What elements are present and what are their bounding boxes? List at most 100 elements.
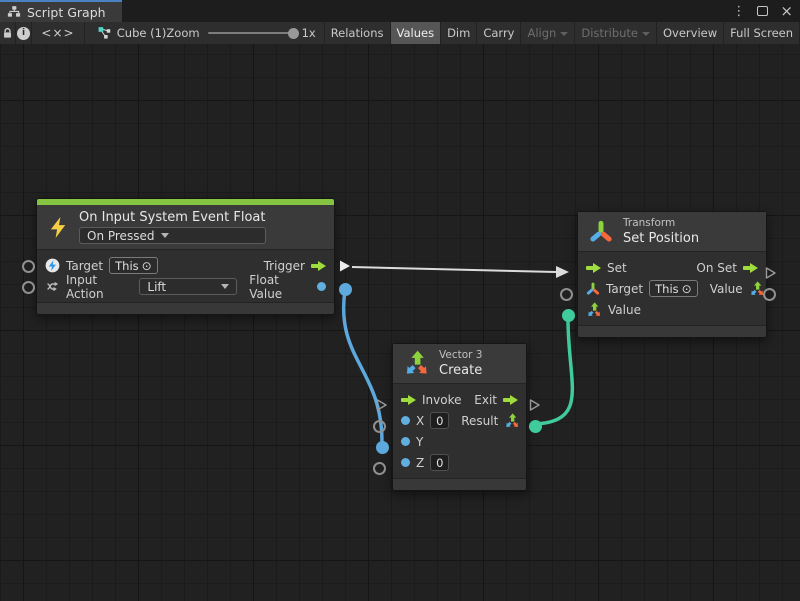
x-value-field[interactable]: 0: [430, 412, 449, 429]
port-vector3-x-in[interactable]: [373, 420, 386, 433]
input-action-value: Lift: [147, 280, 166, 294]
zoom-label: Zoom: [166, 26, 199, 40]
z-value: 0: [436, 456, 443, 470]
graph-reference-icon: [98, 26, 112, 40]
game-object-icon: [45, 258, 60, 273]
transform-value-row: Value: [578, 299, 766, 320]
vector3-x-row: X 0 Result: [393, 410, 526, 431]
x-port-label: X: [416, 414, 424, 428]
port-transform-valueout[interactable]: [763, 288, 776, 301]
value-in-port-label: Value: [608, 303, 641, 317]
carry-label: Carry: [483, 26, 514, 40]
align-button[interactable]: Align: [521, 22, 575, 44]
chevron-down-icon: [221, 284, 229, 289]
vector3-z-row: Z 0: [393, 452, 526, 473]
y-port-dot: [401, 437, 410, 446]
input-action-dropdown[interactable]: Lift: [139, 278, 237, 295]
distribute-button[interactable]: Distribute: [575, 22, 657, 44]
distribute-label: Distribute: [581, 26, 638, 40]
transform-node-body: Set On Set Target This: [578, 252, 766, 325]
trigger-port-label: Trigger: [264, 259, 305, 273]
graph-context-cell: Cube (1) Zoom 1x: [85, 22, 325, 44]
port-vector3-result-out[interactable]: [529, 420, 542, 433]
code-icon: <×>: [41, 26, 74, 40]
port-transform-value-in[interactable]: [562, 309, 575, 322]
z-port-label: Z: [416, 456, 424, 470]
event-node-footer: [37, 302, 334, 314]
port-event-target-in[interactable]: [22, 260, 35, 273]
chevron-down-icon: [642, 32, 650, 36]
node-vector3-create[interactable]: Vector 3 Create Invoke Exit X 0: [392, 343, 527, 491]
transform-node-header: Transform Set Position: [578, 212, 766, 252]
dim-button[interactable]: Dim: [441, 22, 477, 44]
lock-button[interactable]: [0, 22, 16, 44]
graph-canvas[interactable]: On Input System Event Float On Pressed T…: [0, 44, 800, 601]
fullscreen-button[interactable]: Full Screen: [724, 22, 800, 44]
event-mode-dropdown[interactable]: On Pressed: [79, 227, 266, 244]
transform-target-field[interactable]: This: [649, 280, 698, 297]
zoom-slider-handle[interactable]: [288, 28, 299, 39]
input-action-icon: [45, 279, 60, 294]
script-graph-icon: [7, 5, 21, 19]
transform-set-row: Set On Set: [578, 257, 766, 278]
invoke-port-label: Invoke: [422, 393, 462, 407]
values-button[interactable]: Values: [391, 22, 442, 44]
node-on-input-system-event-float[interactable]: On Input System Event Float On Pressed T…: [36, 198, 335, 315]
event-mode-value: On Pressed: [87, 229, 154, 243]
event-node-body: Target This Trigger: [37, 250, 334, 302]
wire-trigger-to-set: [352, 267, 556, 272]
port-event-floatvalue-out[interactable]: [339, 283, 352, 296]
transform-node-category: Transform: [623, 217, 699, 229]
port-vector3-invoke-in[interactable]: [375, 398, 389, 412]
target-picker-icon: [142, 259, 152, 273]
port-transform-target-in[interactable]: [560, 288, 573, 301]
code-preview-button[interactable]: <×>: [32, 22, 85, 44]
inspector-button[interactable]: i: [16, 22, 32, 44]
event-input-action-row: Input Action Lift Float Value: [37, 276, 334, 297]
zoom-control: Zoom 1x: [166, 26, 323, 40]
transform-target-row: Target This Value: [578, 278, 766, 299]
lock-icon: [1, 27, 14, 40]
event-node-title: On Input System Event Float: [79, 210, 266, 225]
node-transform-set-position[interactable]: Transform Set Position Set On Set: [577, 211, 767, 338]
vector3-node-body: Invoke Exit X 0 Result: [393, 384, 526, 478]
port-transform-onset-out[interactable]: [764, 266, 778, 280]
port-vector3-z-in[interactable]: [373, 462, 386, 475]
transform-target-value: This: [655, 282, 679, 296]
vector3-y-row: Y: [393, 431, 526, 452]
vector3-node-category: Vector 3: [439, 349, 482, 361]
z-value-field[interactable]: 0: [430, 454, 449, 471]
port-event-trigger-out[interactable]: [338, 259, 352, 273]
event-target-label: Target: [66, 259, 103, 273]
carry-button[interactable]: Carry: [477, 22, 521, 44]
value-out-port-label: Value: [710, 282, 743, 296]
float-value-port-label: Float Value: [249, 273, 311, 301]
window-maximize-icon[interactable]: [757, 6, 768, 16]
tab-script-graph[interactable]: Script Graph: [0, 0, 122, 22]
port-vector3-y-in[interactable]: [376, 441, 389, 454]
flow-arrow-icon: [401, 395, 416, 405]
vector3-icon: [586, 302, 602, 318]
port-event-inputaction-in[interactable]: [22, 281, 35, 294]
relations-button[interactable]: Relations: [325, 22, 391, 44]
exit-port-label: Exit: [474, 393, 497, 407]
port-vector3-exit-out[interactable]: [528, 398, 542, 412]
result-port-label: Result: [461, 414, 498, 428]
x-value: 0: [436, 414, 443, 428]
graph-toolbar: i <×> Cube (1) Zoom 1x Relations: [0, 22, 800, 44]
target-picker-icon: [682, 282, 692, 296]
wire-arrowhead-icon: [556, 266, 569, 278]
on-set-port-label: On Set: [696, 261, 737, 275]
info-icon: i: [17, 27, 30, 40]
overview-button[interactable]: Overview: [657, 22, 724, 44]
transform-node-title: Set Position: [623, 231, 699, 246]
unity-script-graph-window: Script Graph ⋮ × i <×>: [0, 0, 800, 601]
window-close-icon[interactable]: ×: [780, 4, 793, 19]
vector3-node-footer: [393, 478, 526, 490]
vector3-icon: [504, 413, 520, 429]
transform-target-label: Target: [606, 282, 643, 296]
graph-reference-label[interactable]: Cube (1): [117, 26, 167, 40]
window-menu-icon[interactable]: ⋮: [732, 5, 745, 18]
event-target-field[interactable]: This: [109, 257, 158, 274]
zoom-slider[interactable]: [208, 32, 294, 34]
